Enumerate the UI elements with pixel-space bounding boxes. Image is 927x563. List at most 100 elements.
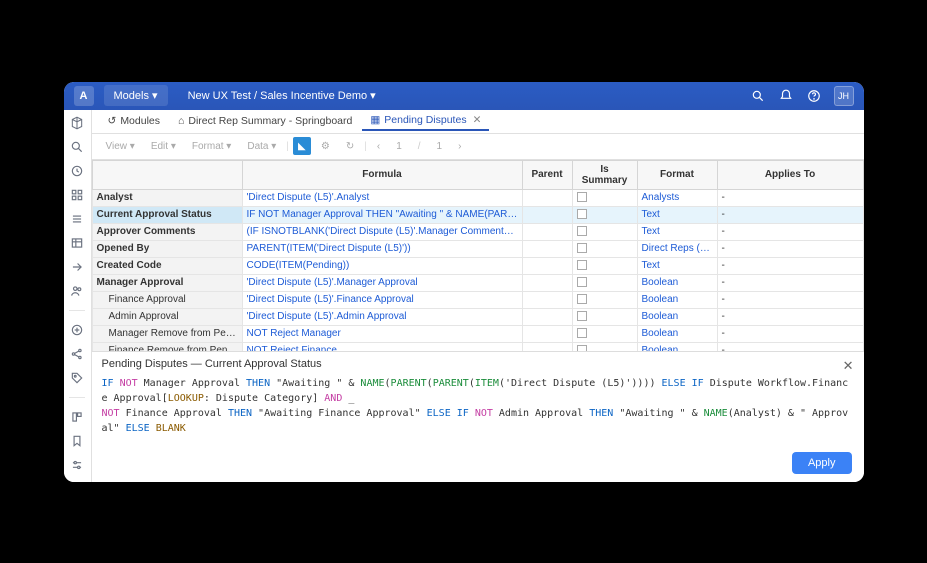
format-menu[interactable]: Format ▾ xyxy=(186,139,237,154)
summary-cell[interactable] xyxy=(572,206,637,223)
summary-cell[interactable] xyxy=(572,308,637,325)
edit-menu[interactable]: Edit ▾ xyxy=(145,139,182,154)
close-icon[interactable]: ✕ xyxy=(473,114,482,126)
formula-cell[interactable]: IF NOT Manager Approval THEN "Awaiting "… xyxy=(242,206,522,223)
checkbox-icon[interactable] xyxy=(577,328,587,338)
formula-cell[interactable]: 'Direct Dispute (L5)'.Analyst xyxy=(242,189,522,206)
user-avatar[interactable]: JH xyxy=(834,86,854,106)
search-icon[interactable] xyxy=(750,88,766,104)
applies-cell[interactable]: - xyxy=(717,189,863,206)
formula-cell[interactable]: NOT Reject Finance xyxy=(242,342,522,351)
col-header[interactable] xyxy=(92,160,242,189)
parent-cell[interactable] xyxy=(522,274,572,291)
table-icon[interactable] xyxy=(69,236,85,250)
formula-editor[interactable]: IF NOT Manager Approval THEN "Awaiting "… xyxy=(102,376,854,436)
applies-cell[interactable]: - xyxy=(717,240,863,257)
checkbox-icon[interactable] xyxy=(577,226,587,236)
format-cell[interactable]: Boolean xyxy=(637,274,717,291)
format-cell[interactable]: Boolean xyxy=(637,291,717,308)
formula-cell[interactable]: CODE(ITEM(Pending)) xyxy=(242,257,522,274)
sliders-icon[interactable] xyxy=(69,458,85,472)
format-cell[interactable]: Boolean xyxy=(637,342,717,351)
prev-page-icon[interactable]: ‹ xyxy=(371,139,386,154)
applies-cell[interactable]: - xyxy=(717,206,863,223)
applies-cell[interactable]: - xyxy=(717,308,863,325)
parent-cell[interactable] xyxy=(522,342,572,351)
table-row[interactable]: Current Approval StatusIF NOT Manager Ap… xyxy=(92,206,863,223)
cube-icon[interactable] xyxy=(69,116,85,130)
row-header[interactable]: Finance Remove from Pending? xyxy=(92,342,242,351)
applies-cell[interactable]: - xyxy=(717,223,863,240)
grid-scroll[interactable]: Formula Parent Is Summary Format Applies… xyxy=(92,160,864,351)
col-header[interactable]: Format xyxy=(637,160,717,189)
parent-cell[interactable] xyxy=(522,189,572,206)
parent-cell[interactable] xyxy=(522,257,572,274)
parent-cell[interactable] xyxy=(522,291,572,308)
table-row[interactable]: Manager Approval'Direct Dispute (L5)'.Ma… xyxy=(92,274,863,291)
tag-icon[interactable] xyxy=(69,371,85,385)
blueprint-toggle-icon[interactable]: ◣ xyxy=(293,137,311,155)
applies-cell[interactable]: - xyxy=(717,325,863,342)
summary-cell[interactable] xyxy=(572,240,637,257)
summary-cell[interactable] xyxy=(572,257,637,274)
search-icon[interactable] xyxy=(69,140,85,154)
checkbox-icon[interactable] xyxy=(577,209,587,219)
row-header[interactable]: Opened By xyxy=(92,240,242,257)
table-row[interactable]: Analyst'Direct Dispute (L5)'.AnalystAnal… xyxy=(92,189,863,206)
refresh-icon[interactable]: ↻ xyxy=(340,139,360,154)
summary-cell[interactable] xyxy=(572,223,637,240)
list-icon[interactable] xyxy=(69,212,85,226)
summary-cell[interactable] xyxy=(572,189,637,206)
table-row[interactable]: Manager Remove from Pending?NOT Reject M… xyxy=(92,325,863,342)
summary-cell[interactable] xyxy=(572,325,637,342)
row-header[interactable]: Current Approval Status xyxy=(92,206,242,223)
clock-icon[interactable] xyxy=(69,164,85,178)
plus-circle-icon[interactable] xyxy=(69,323,85,337)
col-header[interactable]: Parent xyxy=(522,160,572,189)
block-icon[interactable] xyxy=(69,410,85,424)
gear-icon[interactable]: ⚙ xyxy=(315,139,336,154)
apply-button[interactable]: Apply xyxy=(792,452,852,474)
view-menu[interactable]: View ▾ xyxy=(100,139,141,154)
table-row[interactable]: Created CodeCODE(ITEM(Pending)) Text- xyxy=(92,257,863,274)
checkbox-icon[interactable] xyxy=(577,311,587,321)
summary-cell[interactable] xyxy=(572,274,637,291)
formula-cell[interactable]: 'Direct Dispute (L5)'.Admin Approval xyxy=(242,308,522,325)
models-menu[interactable]: Models ▾ xyxy=(104,85,168,106)
checkbox-icon[interactable] xyxy=(577,260,587,270)
formula-cell[interactable]: NOT Reject Manager xyxy=(242,325,522,342)
next-page-icon[interactable]: › xyxy=(452,139,467,154)
table-row[interactable]: Approver Comments(IF ISNOTBLANK('Direct … xyxy=(92,223,863,240)
checkbox-icon[interactable] xyxy=(577,294,587,304)
col-header[interactable]: Applies To xyxy=(717,160,863,189)
summary-cell[interactable] xyxy=(572,342,637,351)
formula-cell[interactable]: (IF ISNOTBLANK('Direct Dispute (L5)'.Man… xyxy=(242,223,522,240)
row-header[interactable]: Created Code xyxy=(92,257,242,274)
col-header[interactable]: Is Summary xyxy=(572,160,637,189)
data-menu[interactable]: Data ▾ xyxy=(241,139,282,154)
checkbox-icon[interactable] xyxy=(577,243,587,253)
row-header[interactable]: Admin Approval xyxy=(92,308,242,325)
format-cell[interactable]: Text xyxy=(637,223,717,240)
format-cell[interactable]: Boolean xyxy=(637,308,717,325)
row-header[interactable]: Manager Approval xyxy=(92,274,242,291)
format-cell[interactable]: Direct Reps (R4) xyxy=(637,240,717,257)
checkbox-icon[interactable] xyxy=(577,192,587,202)
parent-cell[interactable] xyxy=(522,308,572,325)
applies-cell[interactable]: - xyxy=(717,257,863,274)
tab-direct-rep-summary[interactable]: ⌂ Direct Rep Summary - Springboard xyxy=(170,112,360,130)
table-row[interactable]: Opened ByPARENT(ITEM('Direct Dispute (L5… xyxy=(92,240,863,257)
parent-cell[interactable] xyxy=(522,325,572,342)
row-header[interactable]: Finance Approval xyxy=(92,291,242,308)
row-header[interactable]: Approver Comments xyxy=(92,223,242,240)
bookmark-icon[interactable] xyxy=(69,434,85,448)
row-header[interactable]: Analyst xyxy=(92,189,242,206)
parent-cell[interactable] xyxy=(522,206,572,223)
table-row[interactable]: Finance Remove from Pending?NOT Reject F… xyxy=(92,342,863,351)
applies-cell[interactable]: - xyxy=(717,291,863,308)
formula-cell[interactable]: 'Direct Dispute (L5)'.Manager Approval xyxy=(242,274,522,291)
tab-pending-disputes[interactable]: ▦ Pending Disputes ✕ xyxy=(362,111,489,131)
table-row[interactable]: Finance Approval'Direct Dispute (L5)'.Fi… xyxy=(92,291,863,308)
app-logo[interactable]: A xyxy=(74,86,94,106)
format-cell[interactable]: Text xyxy=(637,257,717,274)
